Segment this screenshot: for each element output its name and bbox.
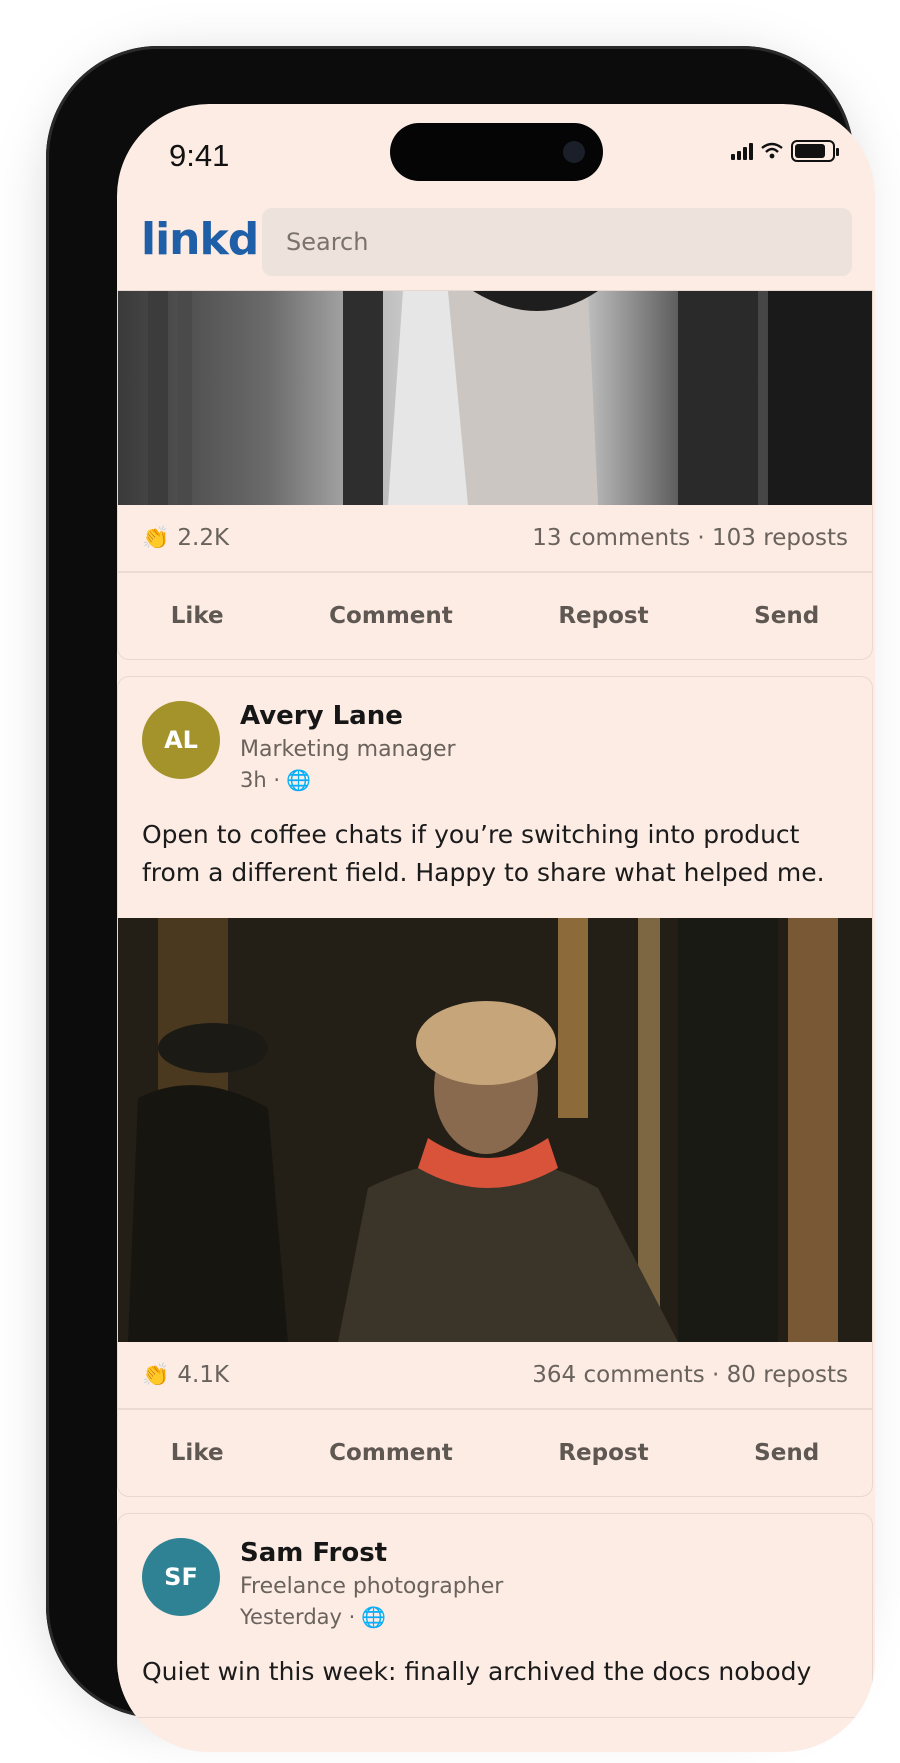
send-button[interactable]: Send xyxy=(754,603,819,629)
author-info: Sam Frost Freelance photographer Yesterd… xyxy=(240,1538,503,1629)
app-logo[interactable]: linkd xyxy=(141,214,259,265)
portrait-photo-illustration xyxy=(118,918,872,1342)
author-name[interactable]: Avery Lane xyxy=(240,701,456,731)
post-time-text: 3h · xyxy=(240,768,281,792)
dynamic-island xyxy=(390,123,603,181)
signal-icon xyxy=(731,142,753,160)
search-input[interactable] xyxy=(262,208,852,276)
post-author: AL Avery Lane Marketing manager 3h · 🌐 xyxy=(118,677,872,792)
like-button[interactable]: Like xyxy=(171,1440,224,1466)
status-time: 9:41 xyxy=(169,138,230,173)
post-time: 3h · 🌐 xyxy=(240,768,456,792)
author-info: Avery Lane Marketing manager 3h · 🌐 xyxy=(240,701,456,792)
camera-icon xyxy=(563,141,585,163)
repost-button[interactable]: Repost xyxy=(558,1440,648,1466)
repost-button[interactable]: Repost xyxy=(558,603,648,629)
post-actions: Like Comment Repost Send xyxy=(118,1408,872,1496)
reactions[interactable]: 👏 4.1K xyxy=(142,1362,229,1388)
post-image[interactable] xyxy=(118,918,872,1342)
comments-reposts[interactable]: 13 comments · 103 reposts xyxy=(532,525,848,551)
clap-icon: 👏 xyxy=(142,1362,170,1388)
send-button[interactable]: Send xyxy=(754,1440,819,1466)
avatar[interactable]: AL xyxy=(142,701,220,779)
post-card: SF Sam Frost Freelance photographer Yest… xyxy=(117,1513,873,1718)
screen: 9:41 linkd Search 👏 2.2K 13 comments · 1… xyxy=(117,104,875,1752)
post-author: SF Sam Frost Freelance photographer Yest… xyxy=(118,1514,872,1629)
clap-icon: 👏 xyxy=(142,525,170,551)
post-stats: 👏 2.2K 13 comments · 103 reposts xyxy=(118,505,872,571)
author-role: Freelance photographer xyxy=(240,1574,504,1599)
globe-icon: 🌐 xyxy=(286,768,311,792)
post-time: Yesterday · 🌐 xyxy=(240,1605,503,1629)
comments-reposts[interactable]: 364 comments · 80 reposts xyxy=(532,1362,848,1388)
feed: 👏 2.2K 13 comments · 103 reposts Like Co… xyxy=(117,290,875,1718)
battery-icon xyxy=(791,140,839,162)
post-stats: 👏 4.1K 364 comments · 80 reposts xyxy=(118,1342,872,1408)
post-card: 👏 2.2K 13 comments · 103 reposts Like Co… xyxy=(117,290,873,660)
post-actions: Like Comment Repost Send xyxy=(118,571,872,659)
avatar[interactable]: SF xyxy=(142,1538,220,1616)
like-button[interactable]: Like xyxy=(171,603,224,629)
street-photo-illustration xyxy=(148,291,872,505)
author-role: Marketing manager xyxy=(240,737,456,762)
post-image[interactable] xyxy=(118,291,872,505)
post-card: AL Avery Lane Marketing manager 3h · 🌐 O… xyxy=(117,676,873,1497)
avatar-initials: SF xyxy=(164,1563,198,1591)
comment-button[interactable]: Comment xyxy=(329,603,453,629)
phone-frame: 9:41 linkd Search 👏 2.2K 13 comments · 1… xyxy=(46,46,875,1752)
globe-icon: 🌐 xyxy=(361,1605,387,1629)
header: linkd xyxy=(117,208,875,294)
reactions[interactable]: 👏 2.2K xyxy=(142,525,229,551)
status-icons xyxy=(731,140,839,162)
avatar-initials: AL xyxy=(164,726,198,754)
post-time-text: Yesterday · xyxy=(240,1605,356,1629)
post-text: Quiet win this week: finally archived th… xyxy=(142,1657,812,1686)
wifi-icon xyxy=(761,142,783,159)
reaction-count: 4.1K xyxy=(177,1362,230,1388)
reaction-count: 2.2K xyxy=(177,525,230,551)
author-name[interactable]: Sam Frost xyxy=(240,1538,503,1568)
comment-button[interactable]: Comment xyxy=(329,1440,453,1466)
post-text: Open to coffee chats if you’re switching… xyxy=(142,820,825,887)
